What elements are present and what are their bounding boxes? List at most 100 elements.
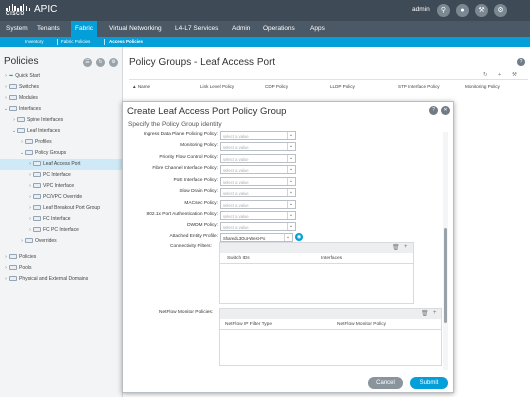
ingress-data-plane-policing-select[interactable]: select a value ⌄ xyxy=(220,131,296,140)
column-header-netflow-ip-filter-type[interactable]: NetFlow IP Filter Type xyxy=(225,322,272,327)
settings-icon[interactable]: ⚙ xyxy=(109,58,118,67)
folder-icon xyxy=(33,194,41,200)
field-label: MACsec Policy: xyxy=(184,201,218,206)
sidebar-item-fc-interface[interactable]: › FC Interface xyxy=(0,214,122,225)
sidebar-item-pools[interactable]: › Pools xyxy=(0,263,122,274)
tab-admin[interactable]: Admin xyxy=(228,21,254,37)
subtab-fabric-policies[interactable]: Fabric Policies xyxy=(61,37,90,47)
divider xyxy=(129,79,528,80)
table-header: NetFlow IP Filter Type NetFlow Monitor P… xyxy=(220,320,441,330)
dialog-scrollbar[interactable] xyxy=(443,132,448,370)
sidebar-item-modules[interactable]: › Modules xyxy=(0,93,122,104)
sidebar-item-overrides[interactable]: › Overrides xyxy=(0,236,122,247)
add-icon[interactable]: + xyxy=(404,244,408,250)
sidebar-item-profiles[interactable]: › Profiles xyxy=(0,137,122,148)
column-header-monitoring-policy[interactable]: Monitoring Policy xyxy=(465,84,505,90)
column-header-stp-interface-policy[interactable]: STP Interface Policy xyxy=(398,84,446,90)
sidebar-item-policies[interactable]: › Policies xyxy=(0,252,122,263)
sidebar-item-quick-start[interactable]: › ➥ Quick Start xyxy=(0,71,122,82)
column-header-cdp-policy[interactable]: CDP Policy xyxy=(265,84,295,90)
tools-icon[interactable]: ⚒ xyxy=(475,4,488,17)
field-label: Monitoring Policy: xyxy=(180,143,218,148)
sidebar-item-switches[interactable]: › Switches xyxy=(0,82,122,93)
sidebar-item-policy-groups[interactable]: ⌄ Policy Groups xyxy=(0,148,122,159)
form-row: PoE Interface Policy: select a value ⌄ xyxy=(123,177,443,187)
search-icon[interactable]: ⚲ xyxy=(437,4,450,17)
sidebar-item-vpc-interface[interactable]: › VPC Interface xyxy=(0,181,122,192)
refresh-icon[interactable]: ↻ xyxy=(96,58,105,67)
priority-flow-control-select[interactable]: select a value ⌄ xyxy=(220,154,296,163)
chevron-down-icon: ⌄ xyxy=(287,223,294,230)
list-icon[interactable]: ☰ xyxy=(83,58,92,67)
folder-icon xyxy=(17,117,25,123)
chevron-down-icon: ⌄ xyxy=(287,212,294,219)
delete-icon[interactable]: 🗑 xyxy=(392,244,400,251)
tools-icon[interactable]: ⚒ xyxy=(512,72,517,78)
close-icon[interactable]: ✕ xyxy=(441,106,450,115)
main-nav: System Tenants Fabric Virtual Networking… xyxy=(0,21,530,37)
port-authentication-select[interactable]: select a value ⌄ xyxy=(220,211,296,220)
tab-fabric[interactable]: Fabric xyxy=(71,21,98,37)
sidebar-item-pc-vpc-override[interactable]: › PC/VPC Override xyxy=(0,192,122,203)
sidebar-item-interfaces[interactable]: ⌄ Interfaces xyxy=(0,104,122,115)
folder-icon xyxy=(17,128,25,134)
submit-button[interactable]: Submit xyxy=(410,377,448,389)
folder-icon xyxy=(33,161,41,167)
tab-apps[interactable]: Apps xyxy=(306,21,329,37)
column-header-link-level-policy[interactable]: Link Level Policy xyxy=(200,84,240,90)
table-toolbar: 🗑 + xyxy=(220,243,413,253)
help-icon[interactable]: ? xyxy=(517,58,525,66)
form-row: Fibre Channel Interface Policy: select a… xyxy=(123,165,443,175)
gear-icon[interactable]: ⚙ xyxy=(494,4,507,17)
field-label: DWDM Policy: xyxy=(187,223,218,228)
subtab-access-policies[interactable]: Access Policies xyxy=(109,37,143,47)
view-details-icon[interactable]: ◉ xyxy=(295,233,303,241)
cisco-logo: CISCO xyxy=(6,4,30,17)
sidebar-item-physical-external-domains[interactable]: › Physical and External Domains xyxy=(0,274,122,285)
monitoring-policy-select[interactable]: select a value ⌄ xyxy=(220,142,296,151)
column-header-lldp-policy[interactable]: LLDP Policy xyxy=(330,84,360,90)
sidebar-item-spine-interfaces[interactable]: › Spine Interfaces xyxy=(0,115,122,126)
bell-icon[interactable]: ● xyxy=(456,4,469,17)
poe-interface-select[interactable]: select a value ⌄ xyxy=(220,177,296,186)
scrollbar-thumb[interactable] xyxy=(444,228,447,323)
sidebar-item-pc-interface[interactable]: › PC Interface xyxy=(0,170,122,181)
fibre-channel-interface-select[interactable]: select a value ⌄ xyxy=(220,165,296,174)
tab-system[interactable]: System xyxy=(2,21,32,37)
refresh-icon[interactable]: ↻ xyxy=(483,72,488,78)
sidebar-item-leaf-access-port[interactable]: › Leaf Access Port xyxy=(0,159,122,170)
column-header-netflow-monitor-policy[interactable]: NetFlow Monitor Policy xyxy=(337,322,386,327)
dialog-title: Create Leaf Access Port Policy Group xyxy=(127,106,287,117)
field-label: 802.1x Port Authentication Policy: xyxy=(146,212,218,217)
help-icon[interactable]: ? xyxy=(429,106,438,115)
user-name[interactable]: admin xyxy=(412,6,430,13)
form-row: Priority Flow Control Policy: select a v… xyxy=(123,154,443,164)
column-header-name[interactable]: ▲ Name xyxy=(132,84,150,90)
subtab-inventory[interactable]: Inventory xyxy=(25,37,44,47)
column-header-switch-ids[interactable]: Switch IDs xyxy=(227,256,250,261)
create-policy-group-dialog: Create Leaf Access Port Policy Group ? ✕… xyxy=(122,101,454,393)
attached-entity-profile-select[interactable]: SharedL3Out-West-Po ⌄ xyxy=(220,233,293,242)
delete-icon[interactable]: 🗑 xyxy=(421,310,429,317)
column-header-interfaces[interactable]: Interfaces xyxy=(321,256,342,261)
tab-operations[interactable]: Operations xyxy=(259,21,299,37)
add-icon[interactable]: + xyxy=(433,310,437,316)
sidebar: Policies ☰ ↻ ⚙ › ➥ Quick Start › Switches ›… xyxy=(0,47,123,397)
dwdm-select[interactable]: select a value ⌄ xyxy=(220,222,296,231)
tab-virtual-networking[interactable]: Virtual Networking xyxy=(105,21,166,37)
chevron-down-icon: ⌄ xyxy=(287,201,294,208)
tab-l4-l7-services[interactable]: L4-L7 Services xyxy=(171,21,222,37)
macsec-select[interactable]: select a value ⌄ xyxy=(220,200,296,209)
add-icon[interactable]: + xyxy=(498,72,501,78)
table-header: Switch IDs Interfaces xyxy=(220,254,413,264)
sidebar-item-leaf-interfaces[interactable]: ⌄ Leaf Interfaces xyxy=(0,126,122,137)
chevron-down-icon: ⌄ xyxy=(287,178,294,185)
folder-icon xyxy=(25,150,33,156)
form-row: Ingress Data Plane Policing Policy: sele… xyxy=(123,131,443,141)
slow-drain-select[interactable]: select a value ⌄ xyxy=(220,188,296,197)
sidebar-item-fc-pc-interface[interactable]: › FC PC Interface xyxy=(0,225,122,236)
tab-tenants[interactable]: Tenants xyxy=(33,21,64,37)
folder-icon xyxy=(25,238,33,244)
cancel-button[interactable]: Cancel xyxy=(368,377,403,389)
sidebar-item-leaf-breakout-port-group[interactable]: › Leaf Breakout Port Group xyxy=(0,203,122,214)
